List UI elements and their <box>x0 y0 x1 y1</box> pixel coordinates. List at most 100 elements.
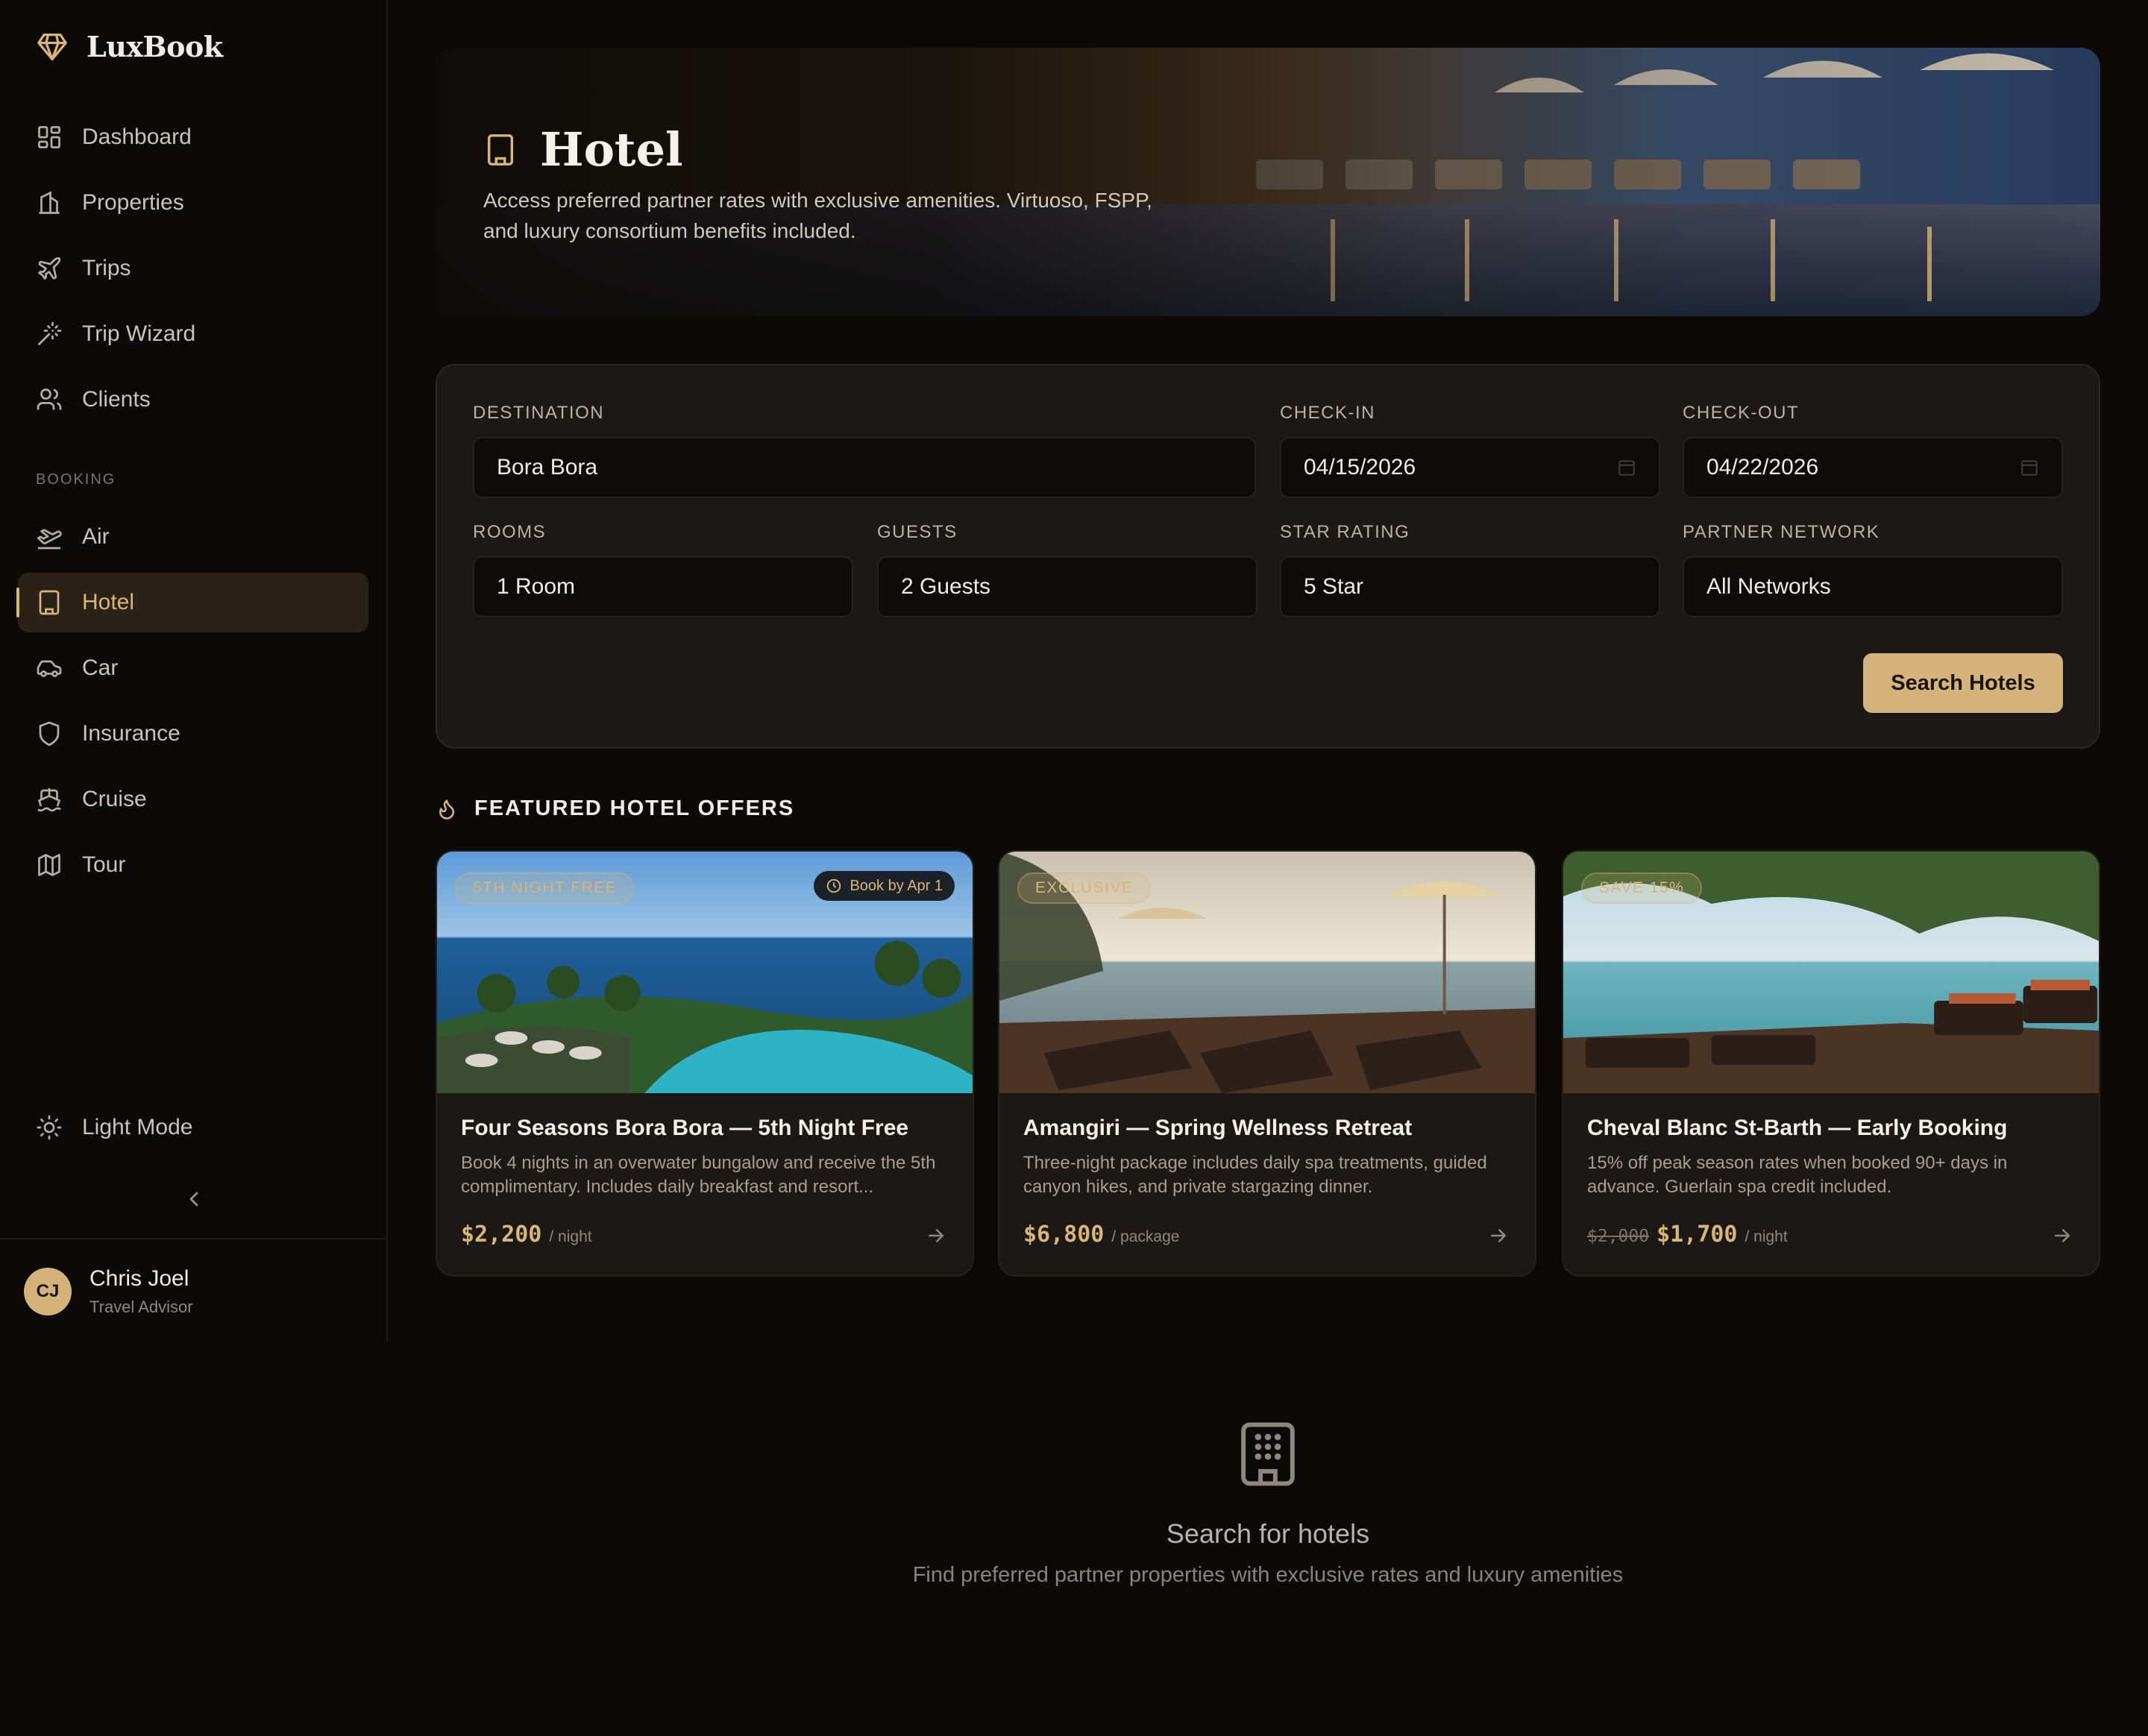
offer-description: Book 4 nights in an overwater bungalow a… <box>461 1153 936 1197</box>
rooms-select[interactable]: 1 Room <box>473 556 853 617</box>
destination-value: Bora Bora <box>497 455 598 479</box>
sidebar-item-clients[interactable]: Clients <box>18 370 368 430</box>
check-in-value: 04/15/2026 <box>1304 455 1416 479</box>
sidebar-item-label: Trip Wizard <box>82 321 196 346</box>
sidebar-item-label: Cruise <box>82 787 147 811</box>
offer-badge: 5TH NIGHT FREE <box>455 872 635 904</box>
sidebar-item-dashboard[interactable]: Dashboard <box>18 107 368 167</box>
featured-offers-title: FEATURED HOTEL OFFERS <box>474 796 795 820</box>
sidebar-item-label: Insurance <box>82 721 180 746</box>
sidebar-item-trips[interactable]: Trips <box>18 239 368 298</box>
check-in-label: CHECK-IN <box>1280 403 1376 423</box>
calendar-icon[interactable] <box>2020 458 2039 477</box>
arrow-right-icon[interactable] <box>1487 1224 1510 1247</box>
offer-deadline: Book by Apr 1 <box>814 871 955 901</box>
hotel-icon <box>483 133 518 167</box>
calendar-icon[interactable] <box>1617 458 1636 477</box>
partner-network-select[interactable]: All Networks <box>1683 556 2063 617</box>
check-out-input[interactable]: 04/22/2026 <box>1683 437 2063 498</box>
sidebar: LuxBook Dashboard Properties Trips Trip … <box>0 0 388 1342</box>
rooms-value: 1 Room <box>497 574 576 599</box>
rooms-field: ROOMS 1 Room <box>473 522 853 617</box>
wand-icon <box>36 321 63 347</box>
shield-icon <box>36 720 63 747</box>
users-icon <box>36 386 63 413</box>
offer-badge: SAVE 15% <box>1581 872 1703 904</box>
arrow-right-icon[interactable] <box>2051 1224 2073 1247</box>
offer-price-unit: / night <box>1745 1228 1788 1245</box>
offer-price: $2,000 $1,700 / night <box>1587 1221 1788 1248</box>
partner-network-field: PARTNER NETWORK All Networks <box>1683 522 2063 617</box>
empty-state-title: Search for hotels <box>1166 1518 1370 1549</box>
star-rating-select[interactable]: 5 Star <box>1280 556 1660 617</box>
destination-input[interactable]: Bora Bora <box>473 437 1256 498</box>
sidebar-item-insurance[interactable]: Insurance <box>18 704 368 764</box>
sidebar-item-trip-wizard[interactable]: Trip Wizard <box>18 304 368 364</box>
destination-label: DESTINATION <box>473 403 605 423</box>
sidebar-item-label: Hotel <box>82 590 135 614</box>
page-title-row: Hotel <box>483 122 683 177</box>
star-rating-label: STAR RATING <box>1280 522 1410 542</box>
sidebar-item-car[interactable]: Car <box>18 638 368 698</box>
main-nav: Dashboard Properties Trips Trip Wizard C… <box>18 107 368 435</box>
guests-select[interactable]: 2 Guests <box>877 556 1257 617</box>
destination-field: DESTINATION Bora Bora <box>473 403 1256 498</box>
booking-nav: Air Hotel Car Insurance Cruise Tour <box>16 507 368 901</box>
offer-title: Cheval Blanc St-Barth — Early Booking <box>1587 1116 2008 1140</box>
map-icon <box>36 852 63 878</box>
offer-price-unit: / night <box>549 1228 592 1245</box>
offer-deadline-text: Book by Apr 1 <box>850 877 943 894</box>
sidebar-item-label: Trips <box>82 256 131 280</box>
sidebar-item-air[interactable]: Air <box>18 507 368 567</box>
page-title: Hotel <box>540 122 683 177</box>
sidebar-item-label: Air <box>82 524 110 549</box>
collapse-sidebar-button[interactable] <box>182 1187 206 1211</box>
sidebar-item-label: Tour <box>82 852 126 877</box>
user-role: Travel Advisor <box>90 1298 193 1316</box>
offer-price-value: $2,200 <box>461 1221 542 1248</box>
check-in-field: CHECK-IN 04/15/2026 <box>1280 403 1660 498</box>
sidebar-item-label: Car <box>82 655 119 680</box>
guests-value: 2 Guests <box>901 574 991 599</box>
ship-icon <box>36 786 63 813</box>
search-hotels-button[interactable]: Search Hotels <box>1863 653 2063 713</box>
sidebar-item-label: Dashboard <box>82 125 192 149</box>
offer-description: Three-night package includes daily spa t… <box>1023 1153 1487 1197</box>
user-profile[interactable]: CJ Chris Joel Travel Advisor <box>0 1238 386 1342</box>
hotel-icon <box>1238 1420 1298 1488</box>
brand[interactable]: LuxBook <box>36 30 223 63</box>
rooms-label: ROOMS <box>473 522 547 542</box>
empty-state-subtitle: Find preferred partner properties with e… <box>912 1563 1624 1587</box>
offer-card[interactable]: EXCLUSIVE Amangiri — Spring Wellness Ret… <box>998 850 1536 1277</box>
sidebar-item-hotel[interactable]: Hotel <box>16 573 368 632</box>
avatar: CJ <box>24 1268 72 1315</box>
light-mode-label: Light Mode <box>82 1115 193 1139</box>
car-icon <box>36 655 63 682</box>
sidebar-item-cruise[interactable]: Cruise <box>18 770 368 829</box>
sidebar-item-label: Properties <box>82 190 184 215</box>
guests-label: GUESTS <box>877 522 958 542</box>
check-in-input[interactable]: 04/15/2026 <box>1280 437 1660 498</box>
gem-icon <box>36 32 69 62</box>
arrow-right-icon[interactable] <box>925 1224 947 1247</box>
hotel-icon <box>36 589 63 616</box>
brand-name: LuxBook <box>87 30 223 63</box>
check-out-label: CHECK-OUT <box>1683 403 1800 423</box>
offer-price: $2,200 / night <box>461 1221 592 1248</box>
check-out-field: CHECK-OUT 04/22/2026 <box>1683 403 2063 498</box>
offer-badge: EXCLUSIVE <box>1017 872 1152 904</box>
grid-icon <box>36 124 63 151</box>
offer-card[interactable]: SAVE 15% Cheval Blanc St-Barth — Early B… <box>1562 850 2100 1277</box>
offer-original-price: $2,000 <box>1587 1227 1650 1246</box>
light-mode-toggle[interactable]: Light Mode <box>36 1114 192 1141</box>
partner-network-label: PARTNER NETWORK <box>1683 522 1880 542</box>
offer-card[interactable]: 5TH NIGHT FREE Book by Apr 1 Four Season… <box>436 850 974 1277</box>
building-icon <box>36 189 63 216</box>
partner-network-value: All Networks <box>1706 574 1831 599</box>
plane-icon <box>36 255 63 282</box>
sidebar-item-properties[interactable]: Properties <box>18 173 368 233</box>
hotel-search-form: DESTINATION Bora Bora CHECK-IN 04/15/202… <box>436 364 2100 749</box>
featured-offers-header: FEATURED HOTEL OFFERS <box>436 796 794 821</box>
sidebar-item-tour[interactable]: Tour <box>18 835 368 895</box>
chevron-left-icon <box>182 1187 206 1211</box>
